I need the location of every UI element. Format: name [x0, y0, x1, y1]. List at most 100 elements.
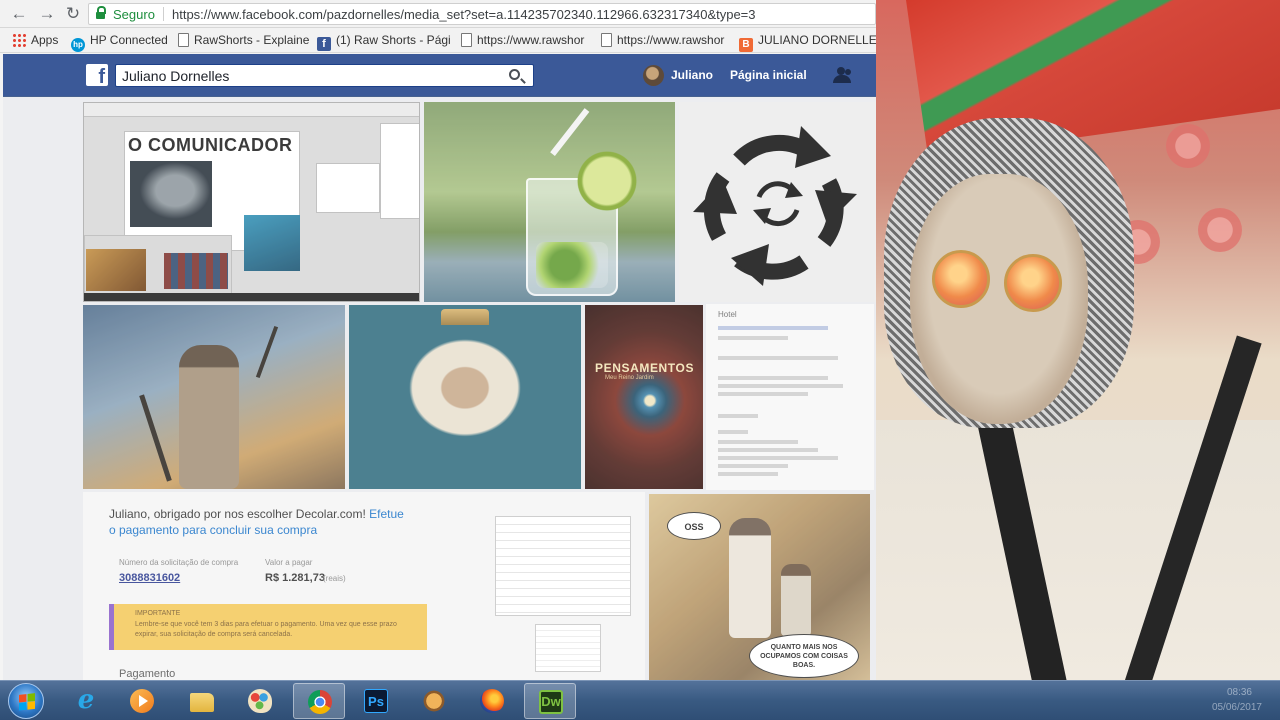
decolar-message: Juliano, obrigado por nos escolher Decol… [109, 507, 404, 537]
taskbar-firefox[interactable] [466, 683, 518, 719]
facebook-search-input[interactable]: Juliano Dornelles [115, 64, 534, 87]
side-info-line [718, 440, 798, 444]
photo-comic-karate[interactable]: OSS QUANTO MAIS NOS OCUPAMOS COM COISAS … [649, 494, 870, 680]
windows-taskbar: e Ps Dw 08:36 05/06/2017 [0, 680, 1280, 720]
taskbar-dreamweaver[interactable]: Dw [524, 683, 576, 719]
taskbar-photoshop[interactable]: Ps [350, 683, 402, 719]
reload-icon: ↻ [65, 4, 81, 23]
bookmark-rawshorts-link-1[interactable]: https://www.rawshor [461, 33, 584, 49]
pensamentos-subtitle: Meu Reino Jardim [605, 375, 654, 381]
bookmark-rawshorts-explainer[interactable]: RawShorts - Explaine [178, 33, 309, 49]
photo-comunicador-title: O COMUNICADOR [128, 135, 293, 155]
photo-lime-ice [536, 242, 608, 288]
photo-comunicador[interactable]: O COMUNICADOR [83, 102, 420, 302]
side-info-line [718, 472, 778, 476]
url-text: https://www.facebook.com/pazdornelles/me… [172, 7, 756, 22]
side-info-line [718, 448, 818, 452]
taskbar-file-explorer[interactable] [176, 683, 228, 719]
photo-recycle-arrows[interactable] [679, 102, 876, 302]
facebook-header: f Juliano Dornelles Juliano Página inici… [3, 54, 876, 97]
page-icon [178, 33, 189, 47]
photo-caipirinha[interactable] [424, 102, 675, 302]
comic-quote-bubble: QUANTO MAIS NOS OCUPAMOS COM COISAS BOAS… [749, 634, 859, 678]
photo-statue-figure [179, 345, 239, 489]
photo-comic-figure [729, 518, 771, 638]
taskbar-chrome[interactable] [293, 683, 345, 719]
chrome-icon [308, 690, 332, 714]
facebook-logo[interactable]: f [86, 64, 108, 88]
browser-window: ← → ↻ Seguro https://www.facebook.com/pa… [0, 0, 876, 720]
media-player-icon [130, 689, 154, 713]
blogger-icon: B [739, 38, 753, 52]
back-button[interactable]: ← [8, 4, 30, 24]
webcam-overlay [876, 0, 1280, 720]
folder-icon [190, 693, 214, 712]
search-icon[interactable] [509, 69, 520, 80]
internet-explorer-icon: e [77, 685, 95, 715]
clock-date[interactable]: 05/06/2017 [1212, 702, 1262, 713]
bookmark-apps[interactable]: Apps [12, 33, 58, 49]
bookmark-hp-connected[interactable]: hp HP Connected [71, 33, 168, 52]
photo-crown [441, 309, 489, 325]
reload-button[interactable]: ↻ [62, 4, 84, 24]
recycle-icon [693, 126, 857, 286]
pensamentos-title: PENSAMENTOS [595, 361, 695, 375]
photo-lady-justice[interactable] [83, 305, 345, 489]
side-info-line [718, 326, 828, 330]
amount-currency-note: (reais) [323, 574, 346, 583]
home-link[interactable]: Página inicial [730, 68, 807, 82]
photo-pensamentos-cover[interactable]: PENSAMENTOS Meu Reino Jardim [585, 305, 703, 489]
photo-taskbar-strip [84, 293, 419, 301]
url-input[interactable]: Seguro https://www.facebook.com/pazdorne… [88, 3, 876, 25]
sunglasses-lens [932, 250, 990, 308]
side-info-line [718, 414, 758, 418]
arrow-right-icon: → [38, 4, 56, 23]
apps-grid-icon [12, 33, 26, 47]
important-title: IMPORTANTE [135, 610, 181, 617]
bookmarks-bar: Apps hp HP Connected RawShorts - Explaine… [0, 28, 876, 53]
photo-comic-figure-2 [781, 564, 811, 636]
photo-decolar-receipt[interactable]: Juliano, obrigado por nos escolher Decol… [83, 492, 645, 680]
facebook-page: f Juliano Dornelles Juliano Página inici… [3, 54, 876, 680]
windows-logo-icon [19, 693, 35, 711]
side-info-line [718, 376, 828, 380]
hp-logo-icon: hp [71, 38, 85, 52]
photo-thumb-orange [86, 249, 146, 291]
order-number[interactable]: 3088831602 [119, 572, 180, 584]
system-tray: 08:36 05/06/2017 [1090, 681, 1280, 720]
taskbar-media-player[interactable] [116, 683, 168, 719]
bookmark-raw-shorts-facebook[interactable]: f (1) Raw Shorts - Pági [317, 33, 451, 51]
sunglasses-lens [1004, 254, 1062, 312]
page-icon [461, 33, 472, 47]
side-info-line [718, 464, 788, 468]
amount-value: R$ 1.281,73 [265, 572, 325, 584]
taskbar-internet-explorer[interactable]: e [60, 683, 112, 719]
clock-time[interactable]: 08:36 [1227, 687, 1252, 698]
avatar[interactable] [643, 65, 664, 86]
photo-dialog-box [316, 163, 380, 213]
photo-receipt-stamp [535, 624, 601, 672]
side-info-line [718, 456, 838, 460]
lock-icon [96, 6, 106, 20]
important-text: Lembre-se que você tem 3 dias para efetu… [135, 621, 397, 638]
taskbar-paint[interactable] [234, 683, 286, 719]
photo-our-lady[interactable] [349, 305, 581, 489]
photo-straw [550, 108, 590, 156]
photo-sword [139, 394, 172, 482]
side-info-title: Hotel [718, 310, 737, 319]
forward-button[interactable]: → [36, 4, 58, 24]
photo-alien-image [130, 161, 212, 227]
bookmark-juliano-dornelles[interactable]: B JULIANO DORNELLES [739, 33, 876, 52]
taskbar-gimp[interactable] [408, 683, 460, 719]
bookmark-rawshorts-link-2[interactable]: https://www.rawshor [601, 33, 724, 49]
secure-label: Seguro [113, 7, 155, 22]
comic-speech-bubble: OSS [667, 512, 721, 540]
side-info-line [718, 356, 838, 360]
page-icon [601, 33, 612, 47]
photoshop-icon: Ps [364, 689, 388, 713]
order-number-label: Número da solicitação de compra [119, 558, 239, 567]
friends-icon[interactable] [833, 67, 853, 83]
profile-link[interactable]: Juliano [671, 68, 713, 82]
webcam-person [884, 118, 1184, 478]
start-button[interactable] [8, 683, 44, 719]
